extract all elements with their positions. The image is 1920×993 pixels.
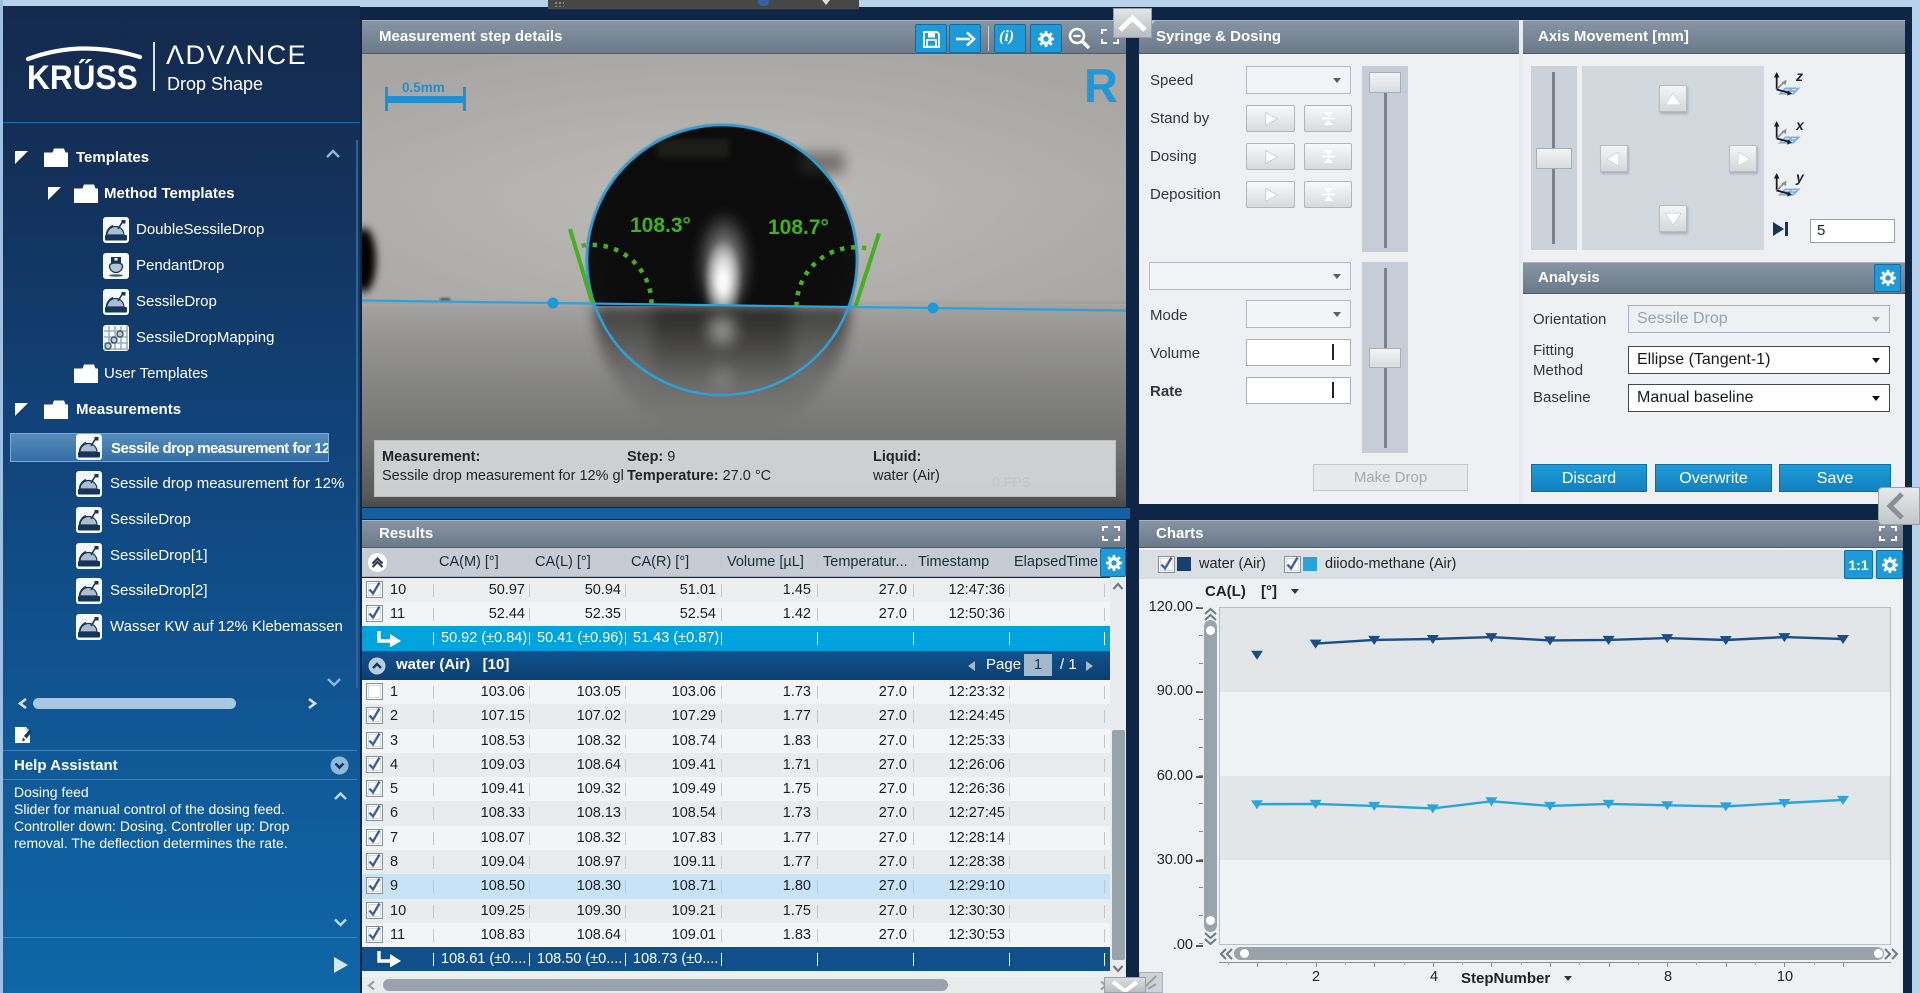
svg-text:108.7°: 108.7° [768, 216, 829, 239]
svg-text:108.3°: 108.3° [630, 214, 691, 237]
